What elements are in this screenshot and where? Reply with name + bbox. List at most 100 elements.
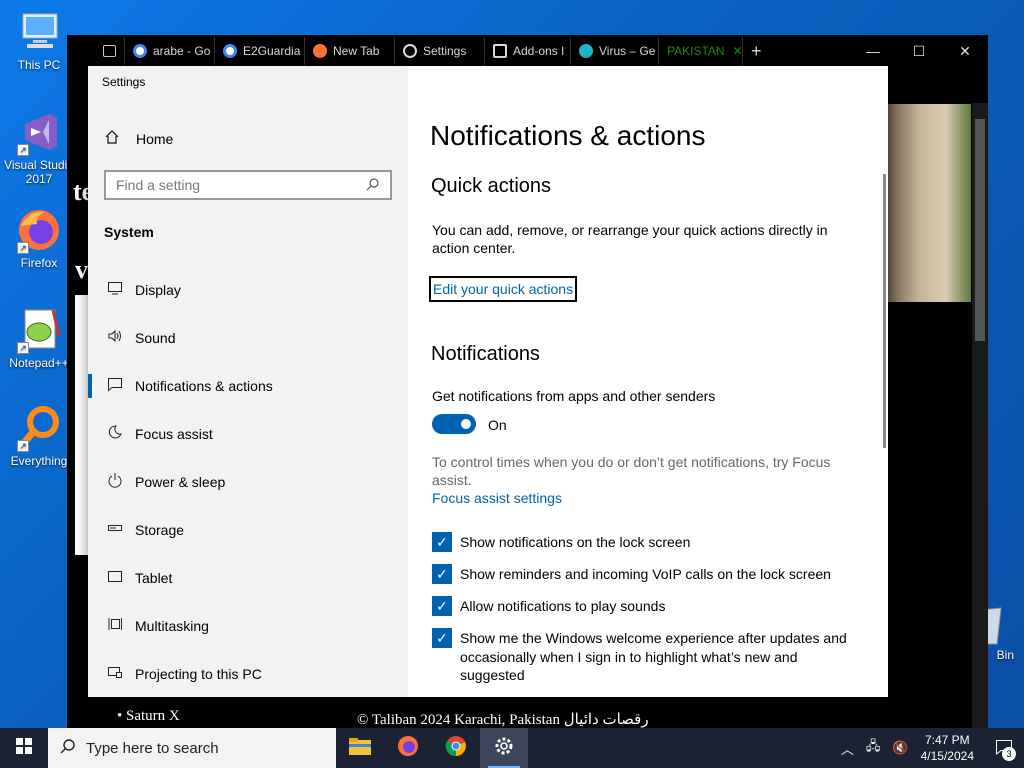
virus-icon <box>579 44 593 58</box>
new-tab-button[interactable]: + <box>743 37 773 65</box>
sidebar-item-label: Storage <box>135 522 185 538</box>
nav-home[interactable]: Home <box>88 124 408 154</box>
focus-assist-settings-link[interactable]: Focus assist settings <box>432 490 562 506</box>
sidebar-item-label: Tablet <box>135 570 173 586</box>
browser-tab-overview[interactable] <box>95 37 125 65</box>
checkbox-label: Show notifications on the lock screen <box>460 534 691 550</box>
start-button[interactable] <box>0 728 48 768</box>
network-icon[interactable]: 🖧 <box>866 737 881 759</box>
taskbar-firefox[interactable] <box>384 728 432 768</box>
browser-tab[interactable]: Add-ons I <box>485 37 571 65</box>
desktop-icon-everything[interactable]: ↗ Everything <box>4 404 74 468</box>
sidebar-item-sound[interactable]: Sound <box>88 314 408 362</box>
close-tab-icon[interactable]: ✕ <box>733 44 742 58</box>
browser-tab-label: PAKISTAN <box>667 44 725 58</box>
browser-tab-label: Add-ons I <box>513 44 565 58</box>
checkmark-icon[interactable]: ✓ <box>432 596 452 616</box>
speaker-icon <box>104 328 126 348</box>
desktop-icon-notepad-plus-plus[interactable]: ↗ Notepad++ <box>4 306 74 370</box>
checkbox-label: Show reminders and incoming VoIP calls o… <box>460 566 831 582</box>
edit-quick-actions-link[interactable]: Edit your quick actions <box>429 276 578 302</box>
notification-count-badge: 3 <box>1002 747 1016 761</box>
sidebar-item-projecting[interactable]: Projecting to this PC <box>88 650 408 697</box>
taskbar-settings[interactable] <box>480 728 528 768</box>
browser-tab[interactable]: Settings <box>395 37 485 65</box>
desktop-icon-visual-studio[interactable]: ↗ Visual Studio 2017 <box>4 108 74 186</box>
desktop-icon-label: Visual Studio 2017 <box>4 158 74 186</box>
folder-icon <box>348 736 372 761</box>
desktop-icon-label: Notepad++ <box>9 356 69 370</box>
tablet-icon <box>104 568 126 588</box>
checkbox-label: Show me the Windows welcome experience a… <box>460 630 847 683</box>
browser-tab[interactable]: E2Guardia <box>215 37 305 65</box>
sidebar-item-multitasking[interactable]: Multitasking <box>88 602 408 650</box>
checkbox-welcome-experience[interactable]: ✓ Show me the Windows welcome experience… <box>432 628 852 685</box>
sidebar-item-notifications[interactable]: Notifications & actions <box>88 362 408 410</box>
checkbox-label: Allow notifications to play sounds <box>460 598 666 614</box>
page-title: Notifications & actions <box>430 120 706 151</box>
page-image-fragment <box>75 295 89 555</box>
taskbar-chrome[interactable] <box>432 728 480 768</box>
everything-search-icon: ↗ <box>15 404 63 452</box>
checkbox-reminders-voip[interactable]: ✓ Show reminders and incoming VoIP calls… <box>432 564 852 584</box>
volume-muted-icon[interactable]: 🔇 <box>892 740 908 756</box>
firefox-icon <box>313 44 327 58</box>
page-footer: © Taliban 2024 Karachi, Pakistan رقصات د… <box>357 712 649 728</box>
content-scrollbar[interactable] <box>883 174 886 448</box>
sidebar-item-focus-assist[interactable]: Focus assist <box>88 410 408 458</box>
taskbar-file-explorer[interactable] <box>336 728 384 768</box>
browser-scrollbar[interactable] <box>972 103 988 728</box>
desktop-icon-label: This PC <box>17 58 61 72</box>
google-icon <box>223 44 237 58</box>
sidebar-item-tablet[interactable]: Tablet <box>88 554 408 602</box>
checkmark-icon[interactable]: ✓ <box>432 564 452 584</box>
quick-actions-description: You can add, remove, or rearrange your q… <box>432 222 828 256</box>
sidebar-item-display[interactable]: Display <box>88 266 408 314</box>
checkbox-notification-sounds[interactable]: ✓ Allow notifications to play sounds <box>432 596 852 616</box>
action-center-button[interactable]: 3 <box>984 728 1024 768</box>
focus-assist-hint: To control times when you do or don’t ge… <box>432 454 831 488</box>
sidebar-item-label: Notifications & actions <box>135 378 273 394</box>
taskbar-search[interactable]: Type here to search <box>48 728 336 768</box>
nav-home-label: Home <box>136 131 174 147</box>
google-icon <box>133 44 147 58</box>
gear-icon <box>493 735 515 762</box>
notifications-heading: Notifications <box>431 343 540 365</box>
scrollbar-thumb[interactable] <box>975 119 985 341</box>
checkmark-icon[interactable]: ✓ <box>432 532 452 552</box>
find-setting-search[interactable]: Find a setting <box>104 170 392 200</box>
get-notifications-label: Get notifications from apps and other se… <box>432 388 716 404</box>
browser-tab[interactable]: New Tab <box>305 37 395 65</box>
checkmark-icon[interactable]: ✓ <box>432 628 452 648</box>
browser-tab[interactable]: Virus – Ge <box>571 37 659 65</box>
close-icon[interactable]: ✕ <box>942 35 988 67</box>
projecting-icon <box>104 664 126 684</box>
search-placeholder: Find a setting <box>116 177 201 193</box>
minimize-icon[interactable]: — <box>850 35 896 67</box>
desktop-icon-this-pc[interactable]: This PC <box>4 8 74 72</box>
browser-tab-label: Virus – Ge <box>599 44 656 58</box>
browser-tab-label: New Tab <box>333 44 380 58</box>
settings-window: Home Find a setting System Display Sound… <box>88 66 888 697</box>
maximize-icon[interactable]: ☐ <box>896 35 942 67</box>
sidebar-item-label: Sound <box>135 330 176 346</box>
sidebar-item-power-sleep[interactable]: Power & sleep <box>88 458 408 506</box>
page-text-fragment: v <box>75 255 88 284</box>
checkbox-lock-screen-notifications[interactable]: ✓ Show notifications on the lock screen <box>432 532 852 552</box>
clock-time: 7:47 PM <box>924 733 970 747</box>
toggle-state-label: On <box>488 417 507 433</box>
moon-icon <box>104 424 126 444</box>
taskbar: Type here to search ︿ 🖧 🔇 7:47 PM 4/15/2… <box>0 728 1024 768</box>
browser-tab[interactable]: arabe - Go <box>125 37 215 65</box>
taskbar-search-placeholder: Type here to search <box>86 739 219 757</box>
chevron-up-icon[interactable]: ︿ <box>841 739 854 758</box>
firefox-icon <box>396 734 420 763</box>
window-title: Settings <box>102 75 146 89</box>
notifications-toggle[interactable] <box>432 414 476 434</box>
sidebar-item-storage[interactable]: Storage <box>88 506 408 554</box>
page-list-item: • Saturn X <box>117 708 180 724</box>
desktop-icon-firefox[interactable]: ↗ Firefox <box>4 206 74 270</box>
home-icon <box>104 129 126 150</box>
clock[interactable]: 7:47 PM 4/15/2024 <box>921 732 974 764</box>
browser-tab-active[interactable]: PAKISTAN ✕ <box>659 37 743 65</box>
